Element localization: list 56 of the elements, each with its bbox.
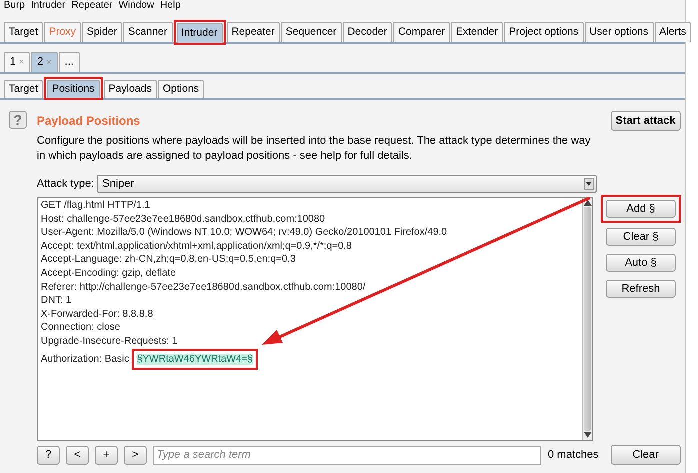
tab[interactable]: Intruder [176, 23, 223, 43]
menu-item[interactable]: Help [160, 0, 181, 11]
search-nav-button[interactable]: + [95, 446, 118, 464]
tab[interactable]: Comparer [393, 22, 450, 42]
menu-item[interactable]: Intruder [31, 0, 66, 11]
tab[interactable]: Payloads [104, 80, 157, 98]
start-attack-button[interactable]: Start attack [610, 111, 681, 131]
tab[interactable]: Extender [451, 22, 504, 42]
request-line: Connection: close [41, 321, 120, 335]
tab[interactable]: Project options [504, 22, 584, 42]
menu-item[interactable]: Repeater [72, 0, 113, 11]
tab[interactable]: Sequencer [280, 22, 342, 42]
request-line: Host: challenge-57ee23e7ee18680d.sandbox.ctfhub.com:10080 [41, 212, 326, 226]
request-line: Authorization: Basic [41, 352, 130, 366]
payload-marker: §YWRtaW46YWRtaW4=§ [137, 354, 254, 365]
request-line: Upgrade-Insecure-Requests: 1 [41, 334, 178, 349]
position-button[interactable]: Refresh [606, 280, 676, 298]
match-count: 0 matches [548, 448, 599, 463]
position-button[interactable]: Clear § [606, 228, 676, 246]
scrollbar-thumb[interactable] [584, 207, 591, 431]
request-editor[interactable] [37, 197, 593, 441]
attack-type-dropdown[interactable]: Sniper [97, 175, 598, 193]
tab[interactable]: Target [4, 80, 44, 98]
tab[interactable]: 2 × [31, 52, 58, 72]
description: Configure the positions where payloads will be inserted into the base request. The attack type determines the way in which payloads are assigned to payload positions - see help for full details. [37, 134, 592, 164]
request-line: Accept: text/html,application/xhtml+xml,application/xml;q=0.9,*/*;q=0.8 [41, 240, 352, 254]
help-icon[interactable]: ? [9, 111, 27, 129]
tab[interactable]: Target [4, 22, 44, 42]
request-line: DNT: 1 [41, 294, 72, 308]
clear-button[interactable]: Clear [610, 445, 681, 465]
tab[interactable]: ... [58, 52, 80, 72]
tab[interactable]: Scanner [123, 22, 172, 42]
tab[interactable]: Spider [82, 22, 122, 42]
tab[interactable]: User options [584, 22, 654, 42]
position-button[interactable]: Auto § [606, 254, 676, 272]
tab[interactable]: Positions [47, 80, 100, 98]
tab[interactable]: Repeater [226, 22, 280, 42]
menu-item[interactable]: Window [118, 0, 154, 11]
search-nav-button[interactable]: < [66, 446, 89, 464]
request-line: Accept-Encoding: gzip, deflate [41, 266, 176, 281]
request-line: Accept-Language: zh-CN,zh;q=0.8,en-US;q=0.5,en;q=0.3 [41, 253, 296, 267]
attack-type-label: Attack type: [37, 176, 94, 192]
tab[interactable]: Options [158, 80, 204, 98]
request-line: X-Forwarded-For: 8.8.8.8 [41, 308, 154, 322]
search-nav-button[interactable]: ? [37, 446, 60, 464]
request-line: Referer: http://challenge-57ee23e7ee18680d.sandbox.ctfhub.com:10080/ [41, 280, 366, 294]
menu-item[interactable]: Burp [4, 0, 26, 11]
search-field[interactable]: Type a search term [153, 446, 541, 464]
tab[interactable]: Alerts [654, 22, 692, 42]
section-title: Payload Positions [37, 113, 140, 130]
tab[interactable]: 1 × [4, 52, 30, 72]
search-nav-button[interactable]: > [124, 446, 147, 464]
tab[interactable]: Decoder [342, 22, 392, 42]
request-line: GET /flag.html HTTP/1.1 [41, 199, 150, 213]
position-button[interactable]: Add § [606, 200, 676, 218]
request-line: User-Agent: Mozilla/5.0 (Windows NT 10.0; WOW64; rv:49.0) Gecko/20100101 Firefox/49.0 [41, 226, 448, 240]
